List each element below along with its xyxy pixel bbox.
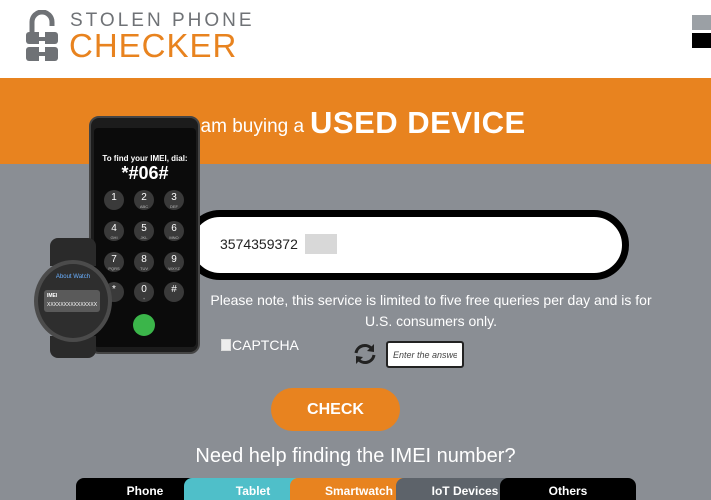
imei-input-value[interactable]: 3574359372 xyxy=(220,236,298,252)
keypad-letters: DEF xyxy=(170,204,178,209)
keypad-digit: 8 xyxy=(141,254,147,265)
tab-smartwatch-label: Smartwatch xyxy=(324,484,394,498)
keypad-key: # xyxy=(164,282,184,302)
logo-text-bottom[interactable]: CHECKER xyxy=(69,27,237,65)
phone-instruction: To find your IMEI, dial: xyxy=(102,154,188,163)
keypad-key: 9 WXYZ xyxy=(164,252,184,272)
keypad-digit: 2 xyxy=(141,192,147,203)
keypad-letters: TUV xyxy=(140,266,148,271)
site-header: STOLEN PHONE CHECKER xyxy=(0,0,711,78)
help-heading: Need help finding the IMEI number? xyxy=(195,445,516,467)
captcha-alt-text: CAPTCHA xyxy=(232,337,299,353)
keypad-digit: 5 xyxy=(141,223,147,234)
keypad-digit: # xyxy=(171,284,177,295)
keypad-digit: * xyxy=(112,284,116,295)
call-icon xyxy=(133,314,155,336)
keypad-letters: + xyxy=(142,296,146,301)
keypad-key: 8 TUV xyxy=(134,252,154,272)
keypad-letters: WXYZ xyxy=(168,266,180,271)
usage-notice: Please note, this service is limited to … xyxy=(210,292,652,329)
keypad-key: 6 MNO xyxy=(164,221,184,241)
keypad-key: 7 PQRS xyxy=(104,252,124,272)
watch-imei-value: XXXXXXXXXXXXXXX xyxy=(47,302,98,308)
keypad-letters: GHI xyxy=(110,235,118,240)
keypad-key: 4 GHI xyxy=(104,221,124,241)
keypad-digit: 6 xyxy=(171,223,177,234)
captcha-answer-input[interactable] xyxy=(386,341,464,368)
keypad-key: 5 JKL xyxy=(134,221,154,241)
tab-others[interactable]: Others xyxy=(500,478,636,500)
keypad-digit: 3 xyxy=(171,192,177,203)
device-tabs: Phone Tablet Smartwatch IoT Devices Othe… xyxy=(0,478,711,500)
keypad-digit: 1 xyxy=(111,192,117,203)
imei-redaction xyxy=(305,234,337,254)
lock-logo-icon[interactable] xyxy=(24,10,60,62)
refresh-captcha-icon[interactable] xyxy=(352,342,378,366)
keypad-digit: 0 xyxy=(141,284,147,295)
broken-image-icon xyxy=(221,339,231,351)
tab-phone-label: Phone xyxy=(126,484,164,498)
keypad-key: 0 + xyxy=(134,282,154,302)
keypad-digit: 9 xyxy=(171,254,177,265)
keypad-key: 3 DEF xyxy=(164,190,184,210)
keypad-letters: JKL xyxy=(140,235,148,240)
keypad-key: 1 xyxy=(104,190,124,210)
keypad-key: 2 ABC xyxy=(134,190,154,210)
banner-headline: USED DEVICE xyxy=(310,105,526,140)
keypad-letters: ABC xyxy=(139,204,149,209)
keypad-letters: PQRS xyxy=(108,266,120,271)
keypad-letters: MNO xyxy=(169,235,179,240)
tab-iot-devices-label: IoT Devices xyxy=(431,484,499,498)
watch-title: About Watch xyxy=(55,274,91,280)
phone-dial-code: *#06# xyxy=(121,163,169,183)
watch-imei-label: IMEI xyxy=(47,293,58,299)
tab-others-label: Others xyxy=(548,484,588,498)
keypad-digit: 7 xyxy=(111,254,117,265)
menu-icon[interactable] xyxy=(692,15,711,49)
banner-prefix: I am buying a xyxy=(190,116,305,137)
captcha-image: CAPTCHA xyxy=(221,337,299,353)
check-button[interactable]: CHECK xyxy=(271,388,400,431)
keypad-digit: 4 xyxy=(111,223,117,234)
tab-tablet-label: Tablet xyxy=(235,484,271,498)
